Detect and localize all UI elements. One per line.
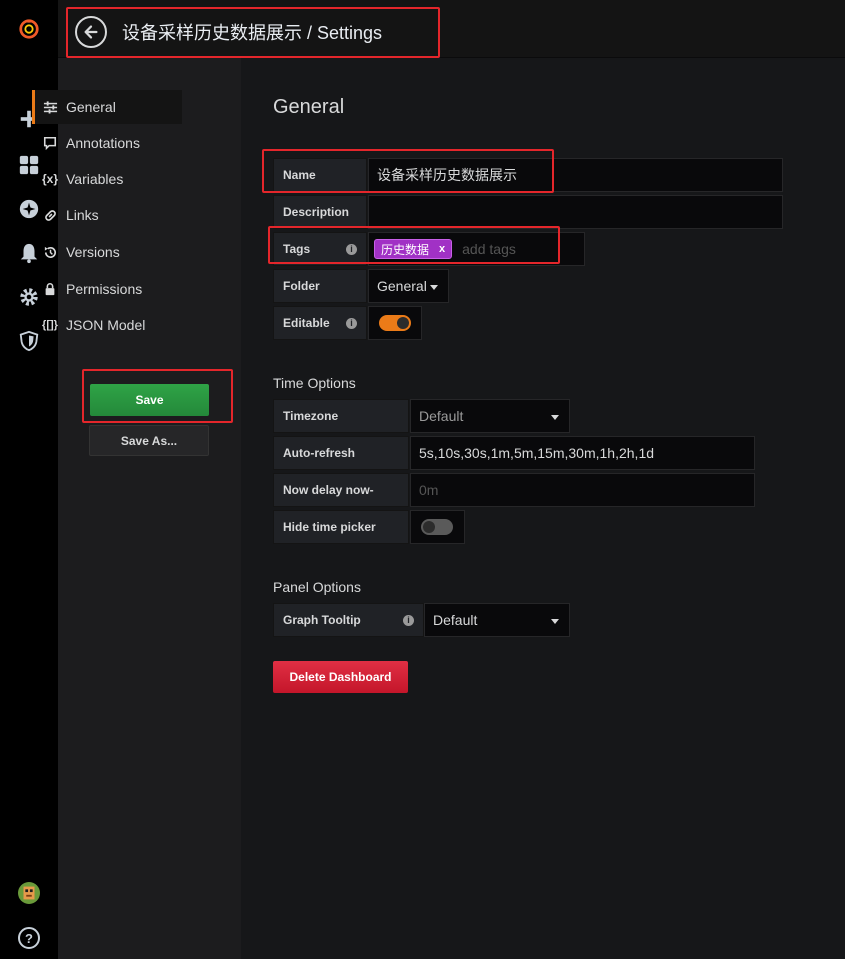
info-icon[interactable]: i bbox=[346, 243, 357, 255]
description-input[interactable] bbox=[368, 195, 783, 229]
graph-tooltip-select[interactable]: Default bbox=[424, 603, 570, 637]
editable-label-text: Editable bbox=[283, 316, 330, 330]
tag-chip: 历史数据 x bbox=[374, 239, 453, 259]
nav-label-permissions: Permissions bbox=[66, 281, 143, 297]
json-icon: {[]} bbox=[42, 319, 58, 331]
sliders-icon bbox=[41, 100, 59, 115]
info-icon[interactable]: i bbox=[403, 614, 414, 626]
nav-item-links[interactable]: Links bbox=[32, 198, 182, 232]
caret-down-icon bbox=[430, 285, 438, 290]
timezone-select[interactable]: Default bbox=[410, 399, 570, 433]
toggle-knob bbox=[397, 317, 409, 329]
tag-remove-button[interactable]: x bbox=[439, 243, 445, 255]
history-icon bbox=[41, 245, 59, 260]
hide-time-picker-toggle[interactable] bbox=[421, 519, 453, 535]
folder-select-value: General bbox=[377, 278, 427, 294]
description-label: Description bbox=[273, 195, 367, 229]
info-icon[interactable]: i bbox=[346, 317, 357, 329]
section-title-general: General bbox=[273, 96, 345, 118]
hide-time-picker-label: Hide time picker bbox=[273, 510, 409, 544]
section-title-panel-options: Panel Options bbox=[273, 579, 361, 595]
nav-item-general[interactable]: General bbox=[32, 90, 182, 124]
editable-toggle-field bbox=[368, 306, 422, 340]
now-delay-input[interactable]: 0m bbox=[410, 473, 755, 507]
lock-icon bbox=[41, 282, 59, 296]
toggle-knob bbox=[423, 521, 435, 533]
delete-dashboard-button[interactable]: Delete Dashboard bbox=[273, 661, 408, 693]
back-button[interactable] bbox=[75, 16, 107, 48]
nav-label-annotations: Annotations bbox=[66, 135, 140, 151]
nav-item-versions[interactable]: Versions bbox=[32, 235, 182, 269]
nav-item-json-model[interactable]: {[]} JSON Model bbox=[32, 308, 182, 342]
timezone-select-value: Default bbox=[419, 408, 464, 424]
nav-item-annotations[interactable]: Annotations bbox=[32, 126, 182, 160]
tags-label-text: Tags bbox=[283, 242, 311, 256]
help-label: ? bbox=[18, 927, 40, 949]
editable-label: Editable i bbox=[273, 306, 367, 340]
graph-tooltip-label-text: Graph Tooltip bbox=[283, 613, 361, 627]
section-title-time-options: Time Options bbox=[273, 375, 356, 391]
graph-tooltip-select-value: Default bbox=[433, 612, 478, 628]
name-label: Name bbox=[273, 158, 367, 192]
tags-input[interactable]: 历史数据 x add tags bbox=[368, 232, 585, 266]
now-delay-label: Now delay now- bbox=[273, 473, 409, 507]
autorefresh-input[interactable]: 5s,10s,30s,1m,5m,15m,30m,1h,2h,1d bbox=[410, 436, 755, 470]
folder-select[interactable]: General bbox=[368, 269, 449, 303]
arrow-left-icon bbox=[84, 25, 98, 39]
nav-label-general: General bbox=[66, 99, 116, 115]
caret-down-icon bbox=[551, 619, 559, 624]
nav-label-variables: Variables bbox=[66, 171, 124, 187]
tags-label: Tags i bbox=[273, 232, 367, 266]
link-icon bbox=[41, 208, 59, 223]
avatar[interactable] bbox=[14, 878, 44, 908]
variable-icon: {x} bbox=[41, 172, 58, 186]
nav-label-versions: Versions bbox=[66, 244, 120, 260]
autorefresh-label: Auto-refresh bbox=[273, 436, 409, 470]
nav-item-variables[interactable]: {x} Variables bbox=[32, 162, 182, 196]
tags-placeholder[interactable]: add tags bbox=[462, 241, 516, 257]
graph-tooltip-label: Graph Tooltip i bbox=[273, 603, 424, 637]
save-as-button[interactable]: Save As... bbox=[89, 425, 209, 456]
comment-icon bbox=[41, 136, 59, 150]
help-icon[interactable]: ? bbox=[14, 923, 44, 953]
grafana-logo-icon[interactable] bbox=[14, 14, 44, 44]
nav-label-links: Links bbox=[66, 207, 99, 223]
save-button[interactable]: Save bbox=[90, 384, 209, 416]
hide-time-picker-field bbox=[410, 510, 465, 544]
page-breadcrumb: 设备采样历史数据展示 / Settings bbox=[122, 23, 383, 43]
nav-label-json-model: JSON Model bbox=[66, 317, 146, 333]
nav-item-permissions[interactable]: Permissions bbox=[32, 272, 182, 306]
name-input[interactable]: 设备采样历史数据展示 bbox=[368, 158, 783, 192]
timezone-label: Timezone bbox=[273, 399, 409, 433]
tag-chip-label: 历史数据 bbox=[381, 242, 430, 257]
caret-down-icon bbox=[551, 415, 559, 420]
folder-label: Folder bbox=[273, 269, 367, 303]
editable-toggle[interactable] bbox=[379, 315, 411, 331]
